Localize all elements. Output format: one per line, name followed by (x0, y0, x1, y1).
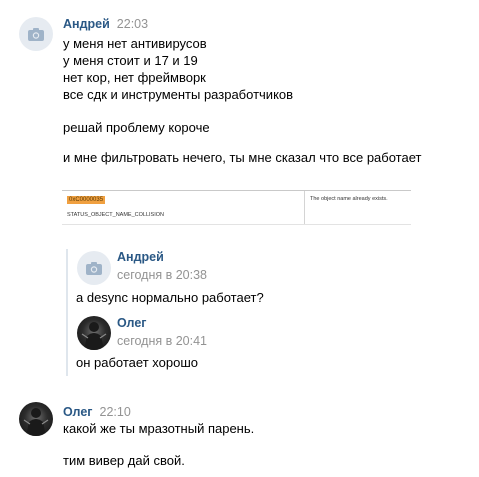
forwarded-author[interactable]: Андрей (117, 250, 164, 264)
error-name: STATUS_OBJECT_NAME_COLLISION (67, 212, 164, 218)
message-line: и мне фильтровать нечего, ты мне сказал … (63, 150, 422, 165)
table-divider (304, 191, 305, 224)
message-text: у меня нет антивирусов у меня стоит и 17… (63, 35, 293, 103)
avatar-oleg-forwarded[interactable] (77, 316, 111, 350)
forwarded-date[interactable]: сегодня в 20:41 (117, 334, 207, 348)
avatar-oleg[interactable] (19, 402, 53, 436)
person-silhouette-icon (81, 322, 107, 350)
message-line: решай проблему короче (63, 120, 210, 135)
camera-icon (28, 27, 44, 41)
message-time[interactable]: 22:03 (117, 17, 148, 31)
forwarded-date[interactable]: сегодня в 20:38 (117, 268, 207, 282)
avatar-andrey-forwarded[interactable] (77, 251, 111, 285)
forwarded-author[interactable]: Олег (117, 316, 147, 330)
author-name[interactable]: Олег (63, 405, 93, 419)
avatar-andrey[interactable] (19, 17, 53, 51)
attached-image[interactable]: 0xC0000035 STATUS_OBJECT_NAME_COLLISION … (62, 190, 411, 225)
message-line: какой же ты мразотный парень. (63, 421, 255, 436)
message-line: у меня стоит и 17 и 19 (63, 53, 198, 68)
message-line: у меня нет антивирусов (63, 36, 207, 51)
message-line: нет кор, нет фреймворк (63, 70, 206, 85)
camera-icon (86, 261, 102, 275)
forwarded-text: он работает хорошо (76, 355, 198, 370)
person-silhouette-icon (23, 408, 49, 436)
forward-quote-bar (66, 249, 68, 376)
message-line: тим вивер дай свой. (63, 453, 185, 468)
author-name[interactable]: Андрей (63, 17, 110, 31)
message-time[interactable]: 22:10 (100, 405, 131, 419)
message-line: все сдк и инструменты разработчиков (63, 87, 294, 102)
forwarded-text: a desync нормально работает? (76, 290, 264, 305)
error-code: 0xC0000035 (67, 196, 106, 204)
error-description: The object name already exists. (310, 196, 388, 202)
